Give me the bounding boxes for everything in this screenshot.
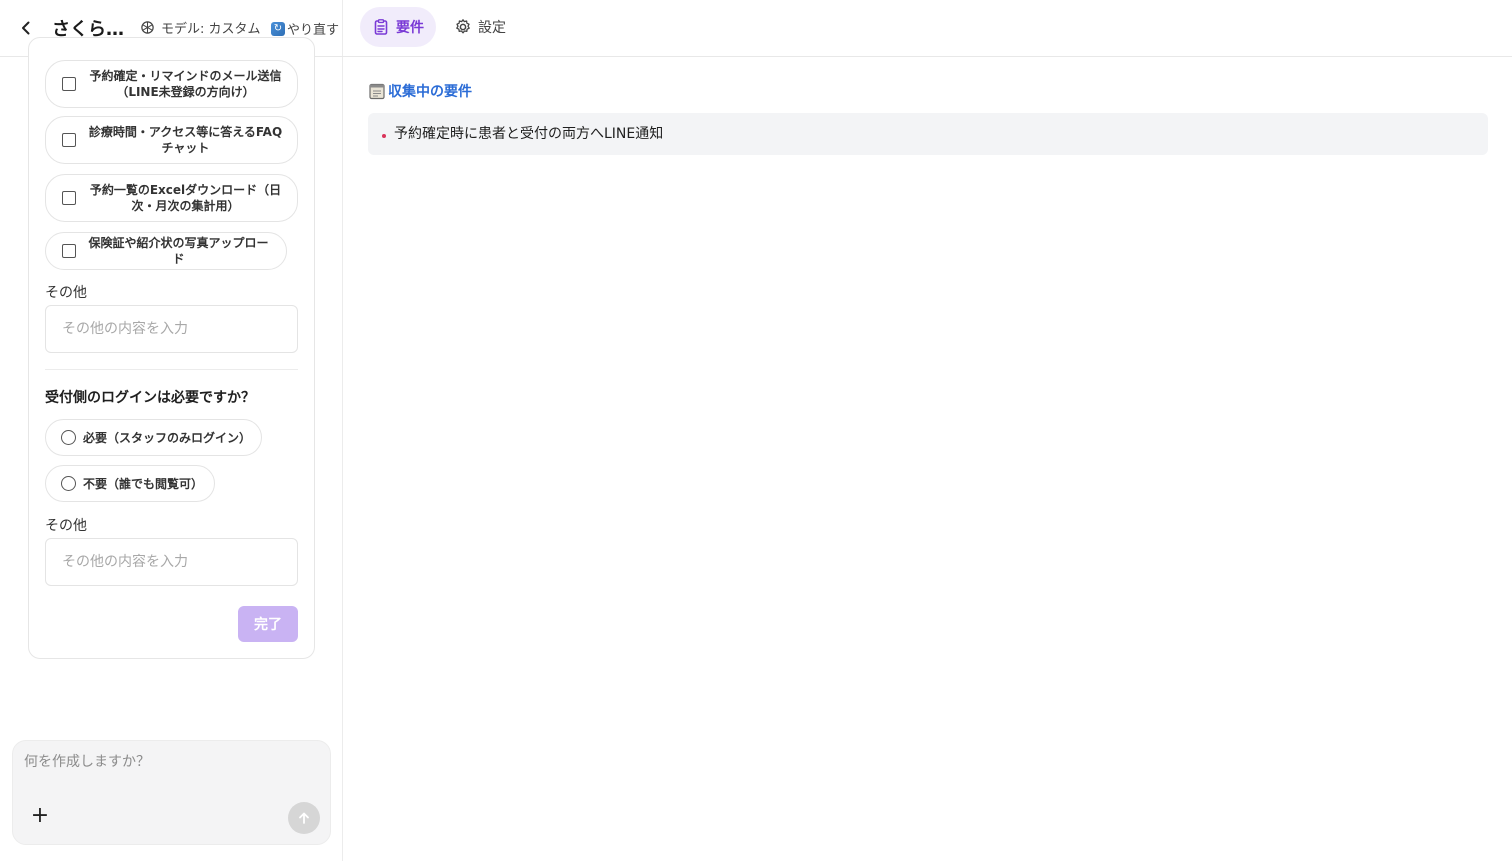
other-label: その他 (45, 285, 87, 301)
requirement-text: 予約確定時に患者と受付の両方へLINE通知 (394, 126, 664, 142)
tab-requirements[interactable]: 要件 (360, 7, 436, 47)
other-label: その他 (45, 518, 87, 534)
bullet-icon (382, 134, 386, 138)
feature-option-photo-upload[interactable]: 保険証や紹介状の写真アップロード (45, 232, 287, 270)
feature-option-faq-chat[interactable]: 診療時間・アクセス等に答えるFAQ チャット (45, 116, 298, 164)
arrow-up-icon (299, 812, 309, 824)
login-question: 受付側のログインは必要ですか？ (45, 390, 255, 406)
other-input[interactable] (45, 538, 298, 586)
login-option-label: 不要（誰でも閲覧可） (83, 476, 204, 491)
redo-icon: ↻ (271, 21, 285, 36)
redo-button[interactable]: ↻ やり直す (271, 19, 339, 38)
radio-button[interactable] (61, 476, 76, 491)
requirements-heading-label: 収集中の要件 (388, 84, 472, 100)
other-input[interactable] (45, 305, 298, 353)
redo-label: やり直す (287, 23, 340, 38)
requirements-heading: 収集中の要件 (368, 81, 472, 101)
clipboard-icon (374, 19, 388, 35)
prompt-input[interactable] (24, 751, 314, 791)
feature-option-label: 保険証や紹介状の写真アップロード (88, 236, 269, 266)
feature-option-label: 予約確定・リマインドのメール送信 （LINE未登録の方向け） (89, 69, 282, 99)
requirements-pane: 収集中の要件 予約確定時に患者と受付の両方へLINE通知 (344, 57, 1512, 861)
prompt-composer: + (12, 740, 331, 845)
checkbox[interactable] (62, 133, 76, 147)
login-option-not-required[interactable]: 不要（誰でも閲覧可） (45, 465, 215, 502)
chat-pane: 予約確定・リマインドのメール送信 （LINE未登録の方向け） 診療時間・アクセス… (0, 37, 343, 861)
tab-requirements-label: 要件 (396, 20, 424, 36)
feature-option-excel-download[interactable]: 予約一覧のExcelダウンロード（日 次・月次の集計用） (45, 174, 298, 222)
model-icon (141, 21, 154, 34)
login-option-required[interactable]: 必要（スタッフのみログイン） (45, 419, 262, 456)
back-button[interactable] (14, 16, 38, 40)
checkbox[interactable] (62, 244, 76, 258)
section-divider (45, 369, 298, 370)
list-item: 予約確定時に患者と受付の両方へLINE通知 (382, 123, 663, 143)
gear-icon (456, 19, 470, 34)
feature-option-email[interactable]: 予約確定・リマインドのメール送信 （LINE未登録の方向け） (45, 60, 298, 108)
model-selector[interactable]: モデル: カスタム (140, 18, 261, 37)
checkbox[interactable] (62, 191, 76, 205)
send-button[interactable] (288, 802, 320, 834)
chevron-left-icon (22, 21, 30, 35)
notepad-icon (369, 83, 385, 100)
radio-button[interactable] (61, 430, 76, 445)
done-button[interactable]: 完了 (238, 606, 298, 642)
tab-settings[interactable]: 設定 (442, 7, 518, 47)
requirements-list: 予約確定時に患者と受付の両方へLINE通知 (368, 113, 1488, 155)
feature-option-label: 予約一覧のExcelダウンロード（日 次・月次の集計用） (89, 183, 282, 213)
attach-button[interactable]: + (29, 805, 51, 827)
login-option-label: 必要（スタッフのみログイン） (83, 430, 252, 445)
checkbox[interactable] (62, 77, 76, 91)
model-label: モデル: カスタム (161, 22, 261, 37)
tab-settings-label: 設定 (478, 20, 506, 36)
feature-option-label: 診療時間・アクセス等に答えるFAQ チャット (88, 125, 283, 155)
